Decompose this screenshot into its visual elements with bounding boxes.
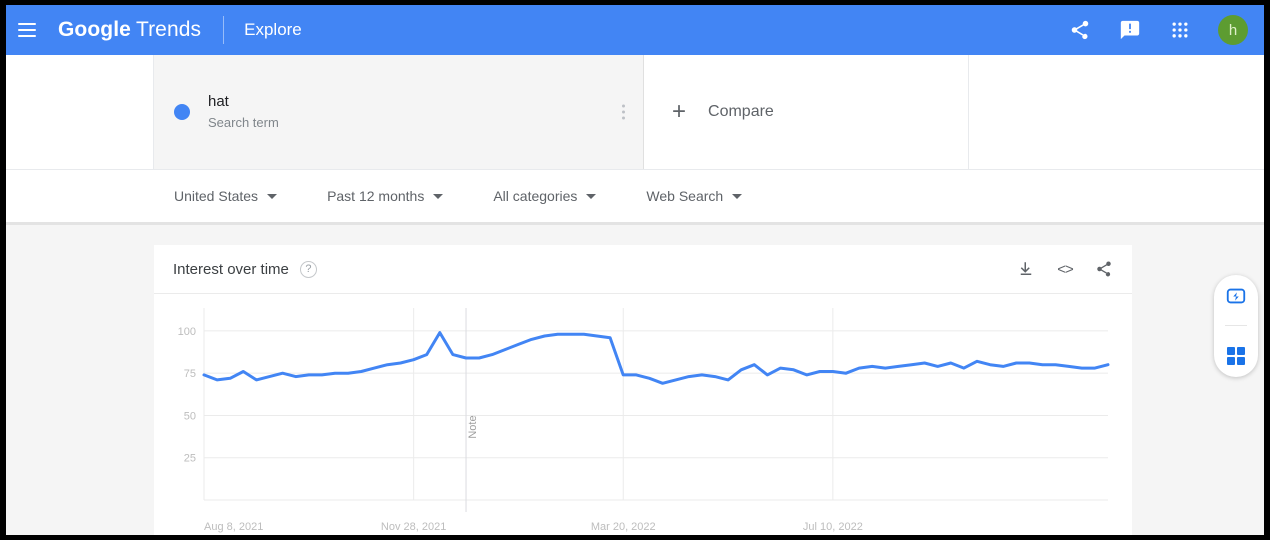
feedback-icon[interactable] <box>1118 18 1142 42</box>
card-actions: <> <box>1016 259 1114 279</box>
plus-icon: + <box>672 98 687 125</box>
left-gutter <box>6 55 154 169</box>
svg-text:Aug 8, 2021: Aug 8, 2021 <box>204 521 263 533</box>
right-gutter <box>968 55 1264 169</box>
google-trends-page: Google Trends Explore h hat Search term … <box>6 5 1264 535</box>
add-compare-button[interactable]: + Compare <box>644 55 969 169</box>
filter-bar: United States Past 12 months All categor… <box>6 169 1264 222</box>
floating-tool-panel <box>1214 275 1258 377</box>
chevron-down-icon <box>433 193 444 199</box>
chart-series <box>202 331 1110 385</box>
svg-text:Mar 20, 2022: Mar 20, 2022 <box>591 521 656 533</box>
share-icon[interactable] <box>1094 259 1114 279</box>
svg-text:50: 50 <box>184 410 196 422</box>
compare-label: Compare <box>708 103 774 120</box>
embed-code-glyph: <> <box>1057 260 1074 278</box>
appbar-divider <box>223 16 225 44</box>
four-square-grid-icon[interactable] <box>1223 343 1249 369</box>
svg-text:Nov 28, 2021: Nov 28, 2021 <box>381 521 446 533</box>
brand-trends-text: Trends <box>135 18 202 41</box>
explore-nav-link[interactable]: Explore <box>244 20 302 40</box>
filter-location-label: United States <box>174 188 259 204</box>
brand-google-text: Google <box>58 18 131 41</box>
share-icon[interactable] <box>1068 18 1092 42</box>
download-icon[interactable] <box>1016 259 1036 279</box>
svg-text:25: 25 <box>184 453 196 465</box>
help-circle-icon[interactable]: ? <box>299 260 317 278</box>
chart-gridlines <box>203 308 1108 501</box>
svg-text:Note: Note <box>467 415 479 438</box>
interest-over-time-card: Interest over time ? <> 100 75 50 25 Aug… <box>154 245 1132 535</box>
avatar[interactable]: h <box>1218 15 1248 45</box>
app-bar: Google Trends Explore h <box>6 5 1264 55</box>
hamburger-menu-icon[interactable] <box>18 18 42 42</box>
chart-note-annotation: Note <box>465 308 479 512</box>
chevron-down-icon <box>586 193 597 199</box>
filter-category[interactable]: All categories <box>493 188 597 204</box>
content-area: Interest over time ? <> 100 75 50 25 Aug… <box>6 222 1264 535</box>
interest-over-time-chart[interactable]: 100 75 50 25 Aug 8, 2021 Nov 28, 2021 Mar 20,… <box>154 294 1132 535</box>
svg-text:75: 75 <box>184 368 196 380</box>
chevron-down-icon <box>732 193 743 199</box>
more-vert-icon[interactable] <box>622 104 625 120</box>
filter-search-type-label: Web Search <box>646 188 724 204</box>
fab-divider <box>1225 325 1247 327</box>
brand-logo[interactable]: Google Trends <box>58 18 201 42</box>
search-term-value: hat <box>208 93 229 110</box>
filter-location[interactable]: United States <box>174 188 278 204</box>
search-term-type: Search term <box>208 115 279 130</box>
card-header: Interest over time ? <> <box>154 245 1132 294</box>
filter-time-range[interactable]: Past 12 months <box>327 188 444 204</box>
chart-xlabels: Aug 8, 2021 Nov 28, 2021 Mar 20, 2022 Jul 1… <box>204 521 863 533</box>
lightning-bolt-box-icon[interactable] <box>1223 283 1249 309</box>
filter-time-range-label: Past 12 months <box>327 188 425 204</box>
svg-text:100: 100 <box>178 326 196 338</box>
search-term-card[interactable]: hat Search term <box>154 55 644 169</box>
chevron-down-icon <box>267 193 278 199</box>
series-color-dot <box>174 104 190 120</box>
chart-ylabels: 100 75 50 25 <box>178 326 196 465</box>
svg-text:Jul 10, 2022: Jul 10, 2022 <box>803 521 863 533</box>
apps-grid-icon[interactable] <box>1168 18 1192 42</box>
search-term-text: hat Search term <box>208 92 279 132</box>
search-term-row: hat Search term + Compare <box>6 55 1264 169</box>
filter-search-type[interactable]: Web Search <box>646 188 743 204</box>
filter-category-label: All categories <box>493 188 578 204</box>
chart-svg: 100 75 50 25 Aug 8, 2021 Nov 28, 2021 Mar 20,… <box>178 308 1110 533</box>
page-title: Interest over time <box>173 260 289 278</box>
app-bar-actions: h <box>1068 15 1264 45</box>
embed-code-icon[interactable]: <> <box>1055 259 1075 279</box>
